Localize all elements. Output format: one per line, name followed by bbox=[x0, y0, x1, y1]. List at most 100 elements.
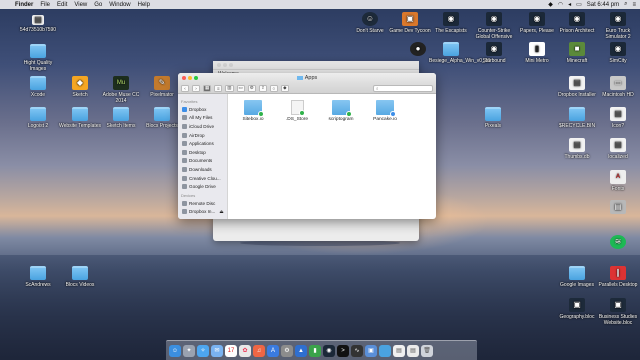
calendar-icon[interactable]: 17 bbox=[225, 344, 237, 357]
dropbox-button[interactable]: ◆ bbox=[280, 84, 289, 92]
sidebar-item-dropbox[interactable]: Dropbox bbox=[178, 105, 227, 114]
sidebar-item-dropbox-installer[interactable]: Dropbox In... ⏏ bbox=[178, 208, 227, 217]
list-view-button[interactable]: ≡ bbox=[214, 84, 223, 92]
launchpad-icon[interactable]: ✦ bbox=[183, 344, 195, 357]
menu-app-finder[interactable]: Finder bbox=[15, 2, 33, 8]
window-titlebar[interactable]: Apps bbox=[178, 73, 436, 83]
sidebar-item-icloud-drive[interactable]: iCloud Drive bbox=[178, 122, 227, 131]
menu-go[interactable]: Go bbox=[94, 2, 102, 8]
sidebar-item-all-my-files[interactable]: All My Files bbox=[178, 114, 227, 123]
desktop-icon[interactable]: Sketch Items bbox=[99, 107, 143, 129]
dropbox-status-icon[interactable]: ◆ bbox=[548, 1, 553, 8]
desktop-icon[interactable]: Mu Adobe Muse CC 2014 bbox=[99, 76, 143, 104]
numbers-icon[interactable]: ▮ bbox=[309, 344, 321, 357]
desktop-icon[interactable]: ■ Minecraft bbox=[555, 42, 599, 64]
trash-icon[interactable]: 🗑 bbox=[421, 344, 433, 357]
desktop-icon[interactable]: ◆ Sketch bbox=[58, 76, 102, 98]
desktop-icon[interactable]: ◉ SimCity bbox=[596, 42, 640, 64]
window-titlebar[interactable] bbox=[213, 61, 419, 70]
preview-icon[interactable]: ▣ bbox=[365, 344, 377, 357]
close-icon[interactable] bbox=[217, 63, 221, 67]
minimize-icon[interactable] bbox=[223, 63, 227, 67]
desktop-icon[interactable]: ScAndrews bbox=[16, 266, 60, 288]
menu-file[interactable]: File bbox=[40, 2, 50, 8]
desktop-icon[interactable]: Logoist 2 bbox=[16, 107, 60, 129]
arrange-button[interactable]: ⚙ bbox=[247, 84, 256, 92]
battery-icon[interactable]: ▭ bbox=[576, 1, 582, 8]
menu-view[interactable]: View bbox=[74, 2, 87, 8]
desktop-icon[interactable]: ∥ Parallels Desktop bbox=[596, 266, 640, 288]
column-view-button[interactable]: ▥ bbox=[225, 84, 234, 92]
terminal-icon[interactable]: > bbox=[337, 344, 349, 357]
wifi-icon[interactable]: ◠ bbox=[558, 1, 563, 8]
back-button[interactable]: ‹ bbox=[181, 84, 189, 92]
system-preferences-icon[interactable]: ⚙ bbox=[281, 344, 293, 357]
desktop-icon[interactable]: ◉ Counter-Strike Global Offensive bbox=[472, 12, 516, 40]
desktop-icon[interactable]: ▤ 54d73510b7590 bbox=[16, 15, 60, 33]
notification-center-icon[interactable]: ≡ bbox=[632, 2, 636, 8]
file-item[interactable]: Pancake.io bbox=[370, 100, 400, 122]
menu-window[interactable]: Window bbox=[109, 2, 130, 8]
desktop-icon[interactable]: ≋ bbox=[596, 235, 640, 251]
desktop-icon[interactable]: ▣ Business Studies Website.bloc bbox=[596, 298, 640, 326]
sidebar-item-applications[interactable]: Applications bbox=[178, 139, 227, 148]
steam-icon[interactable]: ◉ bbox=[323, 344, 335, 357]
desktop-icon[interactable]: ▣ Game Dev Tycoon bbox=[388, 12, 432, 34]
spotlight-search-icon[interactable]: ⌕ bbox=[624, 1, 627, 8]
desktop-icon[interactable]: Hight Quality Images bbox=[16, 44, 60, 72]
photos-icon[interactable]: ✿ bbox=[239, 344, 251, 357]
file-item[interactable]: scriptogram bbox=[326, 100, 356, 122]
forward-button[interactable]: › bbox=[192, 84, 200, 92]
sidebar-item-documents[interactable]: Documents bbox=[178, 157, 227, 166]
zoom-icon[interactable] bbox=[229, 63, 233, 67]
sidebar-item-desktop[interactable]: Desktop bbox=[178, 148, 227, 157]
search-input[interactable]: ⌕ bbox=[373, 84, 433, 92]
desktop-icon[interactable]: $RECYCLE.BIN bbox=[555, 107, 599, 129]
sidebar-item-creative-cloud[interactable]: Creative Clou... bbox=[178, 174, 227, 183]
finder-window[interactable]: Apps ‹ › ▦ ≡ ▥ ▭ ⚙ ⇪ ○ ◆ ⌕ Favorites Dro… bbox=[178, 73, 436, 219]
desktop-icon[interactable]: ▮ Mini Metro bbox=[515, 42, 559, 64]
desktop-icon[interactable]: ◉ Euro Truck Simulator 2 bbox=[596, 12, 640, 40]
file-item[interactable]: .DS_Store bbox=[282, 100, 312, 122]
documents-stack-icon[interactable]: ▤ bbox=[393, 344, 405, 357]
desktop-icon[interactable]: Google Images bbox=[555, 266, 599, 288]
desktop-icon[interactable]: ◉ The Escapists bbox=[429, 12, 473, 34]
activity-monitor-icon[interactable]: ∿ bbox=[351, 344, 363, 357]
desktop-icon[interactable]: A Fonts bbox=[596, 170, 640, 192]
sidebar-item-downloads[interactable]: Downloads bbox=[178, 165, 227, 174]
desktop-icon[interactable]: ▤ Thumbs.db bbox=[555, 138, 599, 160]
itunes-icon[interactable]: ♫ bbox=[253, 344, 265, 357]
desktop-icon[interactable]: ▤ localized bbox=[596, 138, 640, 160]
clock[interactable]: Sat 6:44 pm bbox=[587, 2, 619, 8]
menu-edit[interactable]: Edit bbox=[57, 2, 67, 8]
file-item[interactable]: Sitebox.io bbox=[238, 100, 268, 122]
desktop-icon[interactable]: ▣ Geography.bloc bbox=[555, 298, 599, 320]
icon-view-button[interactable]: ▦ bbox=[203, 84, 212, 92]
desktop-icon[interactable]: ▤ Icon? bbox=[596, 107, 640, 129]
keynote-icon[interactable]: ▲ bbox=[295, 344, 307, 357]
finder-icon[interactable]: ☺ bbox=[169, 344, 181, 357]
sidebar-item-google-drive[interactable]: Google Drive bbox=[178, 182, 227, 191]
volume-icon[interactable]: ◂ bbox=[568, 1, 571, 8]
desktop-icon[interactable]: ◉ Starbound bbox=[472, 42, 516, 64]
app-store-icon[interactable]: A bbox=[267, 344, 279, 357]
share-button[interactable]: ⇪ bbox=[258, 84, 267, 92]
mail-icon[interactable]: ✉ bbox=[211, 344, 223, 357]
sidebar-item-remote-disc[interactable]: Remote Disc bbox=[178, 199, 227, 208]
downloads-stack-icon[interactable]: ▤ bbox=[407, 344, 419, 357]
desktop-icon[interactable]: Xcode bbox=[16, 76, 60, 98]
desktop-icon[interactable]: ◉ Prison Architect bbox=[555, 12, 599, 34]
safari-icon[interactable]: ✧ bbox=[197, 344, 209, 357]
desktop-icon[interactable]: Website Templates bbox=[58, 107, 102, 129]
tags-button[interactable]: ○ bbox=[269, 84, 278, 92]
eject-icon[interactable]: ⏏ bbox=[219, 209, 223, 215]
desktop-icon[interactable]: Pixeals bbox=[471, 107, 515, 129]
desktop-icon[interactable]: ▭ Macintosh HD bbox=[596, 76, 640, 98]
sidebar-item-airdrop[interactable]: AirDrop bbox=[178, 131, 227, 140]
desktop-icon[interactable]: ☺ Don't Starve bbox=[348, 12, 392, 34]
folder-icon[interactable] bbox=[379, 344, 391, 357]
cover-flow-button[interactable]: ▭ bbox=[236, 84, 245, 92]
desktop-icon[interactable]: Besiege_Alpha_Win_v0_03 bbox=[429, 42, 490, 64]
menu-help[interactable]: Help bbox=[138, 2, 150, 8]
desktop-icon[interactable]: Blocs Videos bbox=[58, 266, 102, 288]
